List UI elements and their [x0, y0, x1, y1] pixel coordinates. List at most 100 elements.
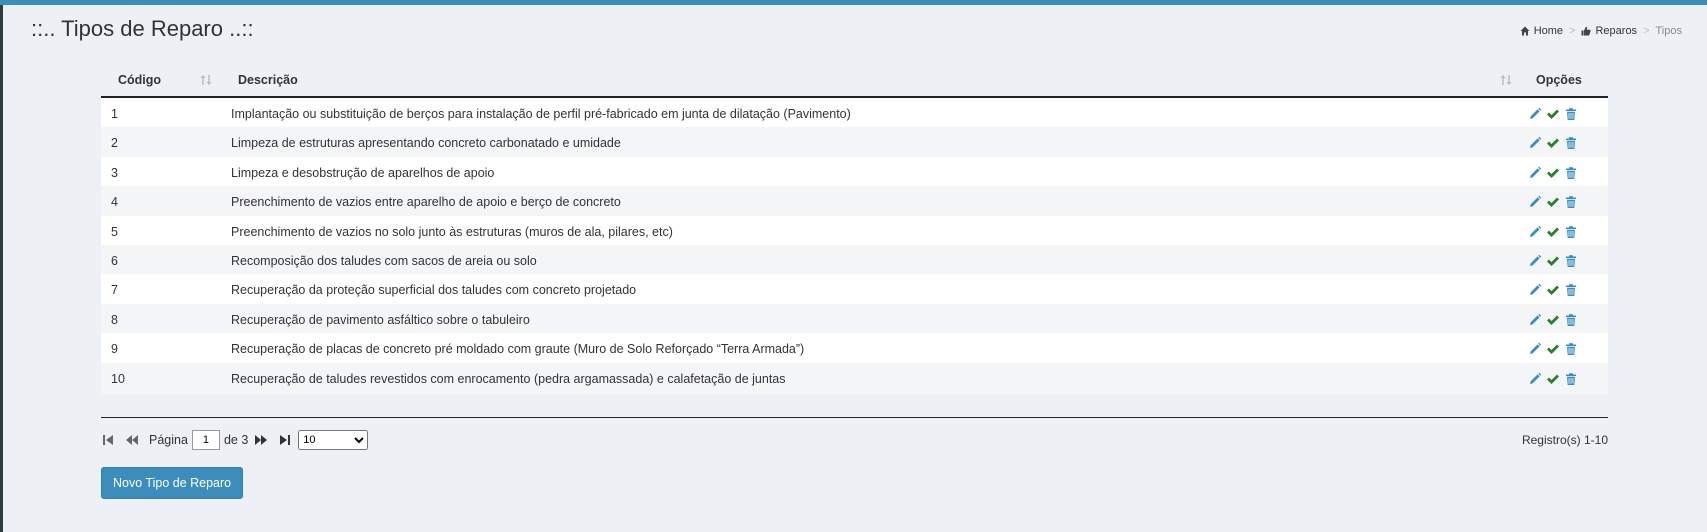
sort-icon[interactable] [199, 73, 213, 87]
row-description: Limpeza e desobstrução de aparelhos de a… [231, 165, 495, 180]
trash-icon[interactable] [1564, 342, 1578, 356]
row-options [1528, 313, 1578, 327]
trash-icon[interactable] [1564, 372, 1578, 386]
check-icon[interactable] [1546, 195, 1560, 209]
check-icon[interactable] [1546, 254, 1560, 268]
row-code: 9 [111, 342, 118, 357]
row-code: 3 [111, 165, 118, 180]
table-bottom-border [101, 417, 1608, 418]
trash-icon[interactable] [1564, 136, 1578, 150]
row-options [1528, 342, 1578, 356]
row-code: 1 [111, 107, 118, 121]
table-row[interactable]: 6 Recomposição dos taludes com sacos de a… [101, 245, 1608, 277]
row-description: Implantação ou substituição de berços pa… [231, 107, 851, 121]
edit-icon[interactable] [1528, 136, 1542, 150]
repair-types-table: Código Descrição Opções 1 Implantação ou … [101, 64, 1608, 418]
table-row[interactable]: 3 Limpeza e desobstrução de aparelhos de … [101, 156, 1608, 189]
row-description: Recuperação da proteção superficial dos … [231, 283, 637, 298]
edit-icon[interactable] [1528, 313, 1542, 327]
trash-icon[interactable] [1564, 195, 1578, 209]
page-size-select[interactable]: 10 [298, 430, 369, 450]
header-code[interactable]: Código [118, 64, 161, 96]
page-title: ::.. Tipos de Reparo ..:: [31, 16, 254, 41]
previous-page-icon[interactable] [125, 433, 139, 447]
row-options [1528, 225, 1578, 239]
table-header: Código Descrição Opções [101, 64, 1608, 98]
row-options [1528, 195, 1578, 209]
page-number-input[interactable] [191, 430, 220, 450]
row-options [1528, 283, 1578, 297]
table-row[interactable]: 4 Preenchimento de vazios entre aparelho … [101, 186, 1608, 219]
check-icon[interactable] [1546, 136, 1560, 150]
row-code: 2 [111, 136, 118, 151]
thumbs-up-icon [1581, 26, 1592, 36]
trash-icon[interactable] [1564, 313, 1578, 327]
row-code: 4 [111, 195, 118, 210]
table-row[interactable]: 10 Recuperação de taludes revestidos com … [101, 362, 1608, 395]
row-code: 7 [111, 283, 118, 298]
check-icon[interactable] [1546, 225, 1560, 239]
row-description: Recuperação de placas de concreto pré mo… [231, 342, 805, 357]
breadcrumb-reparos[interactable]: Reparos [1581, 25, 1637, 37]
row-description: Recuperação de pavimento asfáltico sobre… [231, 312, 530, 327]
home-icon [1520, 26, 1530, 36]
row-code: 6 [111, 254, 118, 268]
trash-icon[interactable] [1564, 166, 1578, 180]
check-icon[interactable] [1546, 342, 1560, 356]
row-description: Preenchimento de vazios entre aparelho d… [231, 195, 621, 210]
sort-icon[interactable] [1499, 73, 1513, 87]
row-options [1528, 136, 1578, 150]
first-page-icon[interactable] [101, 433, 115, 447]
edit-icon[interactable] [1528, 372, 1542, 386]
check-icon[interactable] [1546, 283, 1560, 297]
check-icon[interactable] [1546, 166, 1560, 180]
breadcrumb-home-label: Home [1533, 25, 1564, 37]
check-icon[interactable] [1546, 107, 1560, 121]
table-row[interactable]: 9 Recuperação de placas de concreto pré m… [101, 333, 1608, 366]
trash-icon[interactable] [1564, 283, 1578, 297]
trash-icon[interactable] [1564, 254, 1578, 268]
header-options: Opções [1536, 73, 1582, 87]
table-row[interactable]: 5 Preenchimento de vazios no solo junto à… [101, 215, 1608, 248]
edit-icon[interactable] [1528, 342, 1542, 356]
row-code: 5 [111, 224, 118, 239]
table-row[interactable]: 7 Recuperação da proteção superficial dos… [101, 274, 1608, 307]
last-page-icon[interactable] [278, 433, 292, 447]
sidebar-edge [0, 5, 3, 532]
breadcrumb-home[interactable]: Home [1520, 25, 1563, 37]
trash-icon[interactable] [1564, 107, 1578, 121]
page-count-label: de 3 [223, 433, 249, 447]
edit-icon[interactable] [1528, 254, 1542, 268]
next-page-icon[interactable] [254, 433, 268, 447]
new-repair-type-button[interactable]: Novo Tipo de Reparo [101, 467, 244, 499]
row-options [1528, 372, 1578, 386]
breadcrumb-separator: > [1569, 25, 1576, 37]
row-description: Recuperação de taludes revestidos com en… [231, 371, 786, 386]
breadcrumb-separator: > [1643, 25, 1650, 37]
breadcrumb-reparos-label: Reparos [1595, 25, 1638, 37]
row-options [1528, 254, 1578, 268]
edit-icon[interactable] [1528, 166, 1542, 180]
row-description: Limpeza de estruturas apresentando concr… [231, 136, 621, 151]
row-options [1528, 107, 1578, 121]
records-count: Registro(s) 1-10 [1521, 433, 1608, 447]
row-description: Recomposição dos taludes com sacos de ar… [231, 254, 537, 268]
table-row[interactable]: 2 Limpeza de estruturas apresentando conc… [101, 127, 1608, 160]
row-options [1528, 166, 1578, 180]
edit-icon[interactable] [1528, 283, 1542, 297]
table-row[interactable]: 1 Implantação ou substituição de berços p… [101, 98, 1608, 130]
edit-icon[interactable] [1528, 195, 1542, 209]
edit-icon[interactable] [1528, 225, 1542, 239]
pager: Página de 3 10 [101, 430, 369, 450]
breadcrumb-current: Tipos [1655, 25, 1683, 37]
page-label: Página [149, 433, 188, 447]
check-icon[interactable] [1546, 372, 1560, 386]
edit-icon[interactable] [1528, 107, 1542, 121]
check-icon[interactable] [1546, 313, 1560, 327]
trash-icon[interactable] [1564, 225, 1578, 239]
breadcrumb: Home > Reparos > Tipos [1520, 25, 1682, 37]
top-accent-bar [0, 0, 1707, 5]
row-description: Preenchimento de vazios no solo junto às… [231, 224, 673, 239]
header-description[interactable]: Descrição [238, 64, 298, 96]
table-row[interactable]: 8 Recuperação de pavimento asfáltico sobr… [101, 303, 1608, 336]
